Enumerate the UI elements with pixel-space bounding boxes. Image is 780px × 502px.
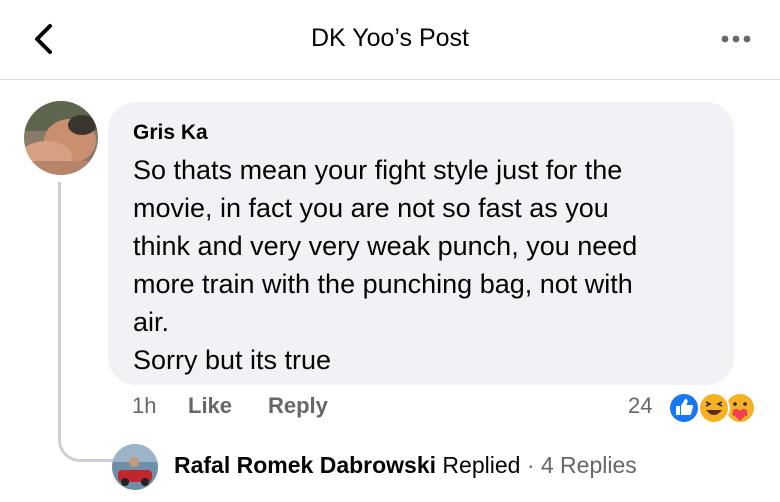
haha-icon: [698, 392, 730, 424]
like-icon: [668, 392, 700, 424]
replied-label: Replied: [442, 452, 521, 478]
top-bar: DK Yoo’s Post: [0, 0, 780, 80]
replier-avatar[interactable]: [112, 444, 158, 490]
replier-name[interactable]: Rafal Romek Dabrowski: [174, 452, 436, 478]
reaction-count[interactable]: 24: [628, 393, 652, 419]
like-button[interactable]: Like: [188, 393, 232, 419]
comment-time[interactable]: 1h: [132, 393, 156, 419]
more-dots-icon[interactable]: [716, 24, 756, 54]
separator-dot: ·: [526, 452, 535, 478]
view-replies-link[interactable]: Rafal Romek Dabrowski Replied · 4 Replie…: [174, 452, 637, 479]
page-title: DK Yoo’s Post: [311, 24, 469, 52]
comment-author[interactable]: Gris Ka: [133, 120, 712, 146]
replies-count[interactable]: 4 Replies: [541, 452, 637, 478]
reactions-summary[interactable]: [664, 388, 760, 428]
comment-bubble: Gris Ka So thats mean your fight style j…: [108, 102, 734, 385]
comment-text: So thats mean your fight style just for …: [133, 155, 638, 375]
reply-button[interactable]: Reply: [268, 393, 328, 419]
commenter-avatar[interactable]: [24, 101, 98, 175]
